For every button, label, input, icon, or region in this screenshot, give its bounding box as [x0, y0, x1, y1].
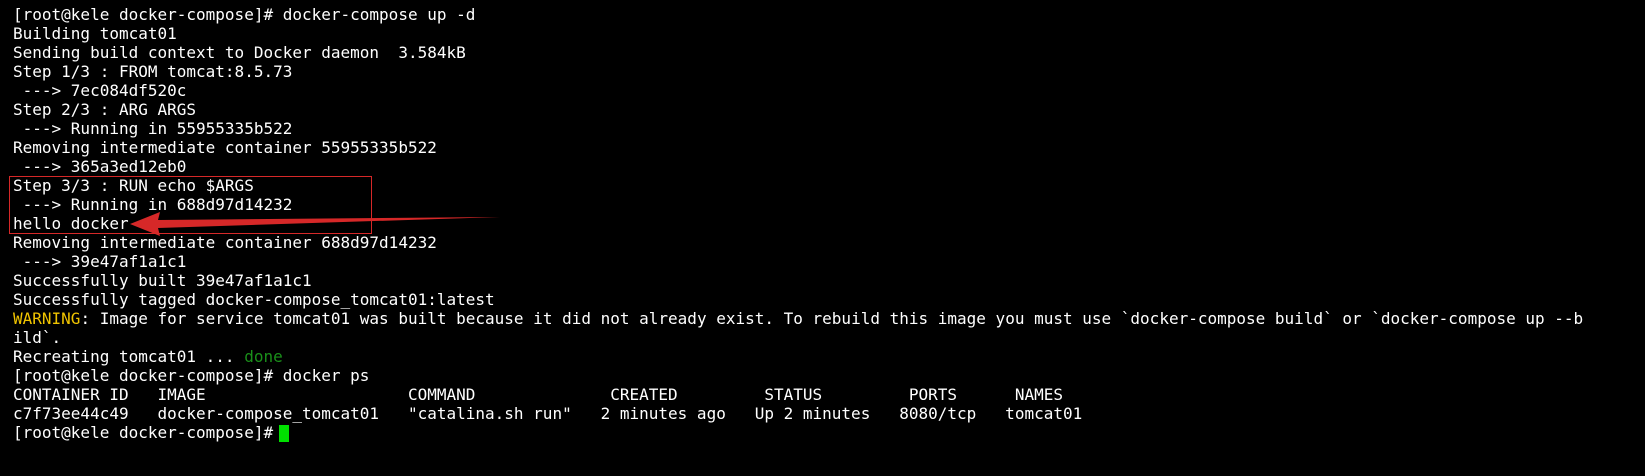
terminal-line: ---> Running in 55955335b522: [13, 119, 293, 138]
terminal-line: ---> 7ec084df520c: [13, 81, 187, 100]
terminal-line: Removing intermediate container 55955335…: [13, 138, 437, 157]
ps-command-line: [root@kele docker-compose]# docker ps: [13, 366, 370, 385]
terminal-window[interactable]: [root@kele docker-compose]# docker-compo…: [0, 0, 1645, 476]
annotation-highlight-box: [9, 176, 372, 234]
prompt-line[interactable]: [root@kele docker-compose]#: [13, 423, 290, 442]
done-status: done: [244, 347, 283, 366]
ps-table-header: CONTAINER ID IMAGE COMMAND CREATED STATU…: [13, 385, 1063, 404]
terminal-line: Removing intermediate container 688d97d1…: [13, 233, 437, 252]
terminal-line: Step 1/3 : FROM tomcat:8.5.73: [13, 62, 293, 81]
recreating-text: Recreating tomcat01 ...: [13, 347, 245, 366]
text-cursor: [279, 425, 290, 442]
shell-prompt: [root@kele docker-compose]#: [13, 423, 274, 442]
warning-continuation: ild`.: [13, 328, 62, 347]
warning-text: : Image for service tomcat01 was built b…: [80, 309, 1584, 328]
terminal-line: Successfully tagged docker-compose_tomca…: [13, 290, 495, 309]
terminal-line: Building tomcat01: [13, 24, 177, 43]
warning-label: WARNING: [13, 309, 81, 328]
terminal-line: Sending build context to Docker daemon 3…: [13, 43, 466, 62]
terminal-line: [root@kele docker-compose]# docker-compo…: [13, 5, 476, 24]
terminal-line: Successfully built 39e47af1a1c1: [13, 271, 312, 290]
terminal-line: Step 2/3 : ARG ARGS: [13, 100, 197, 119]
recreating-line: Recreating tomcat01 ... done: [13, 347, 283, 366]
terminal-line: ---> 39e47af1a1c1: [13, 252, 187, 271]
ps-table-row: c7f73ee44c49 docker-compose_tomcat01 "ca…: [13, 404, 1083, 423]
warning-line: WARNING: Image for service tomcat01 was …: [13, 309, 1583, 328]
terminal-line: ---> 365a3ed12eb0: [13, 157, 187, 176]
